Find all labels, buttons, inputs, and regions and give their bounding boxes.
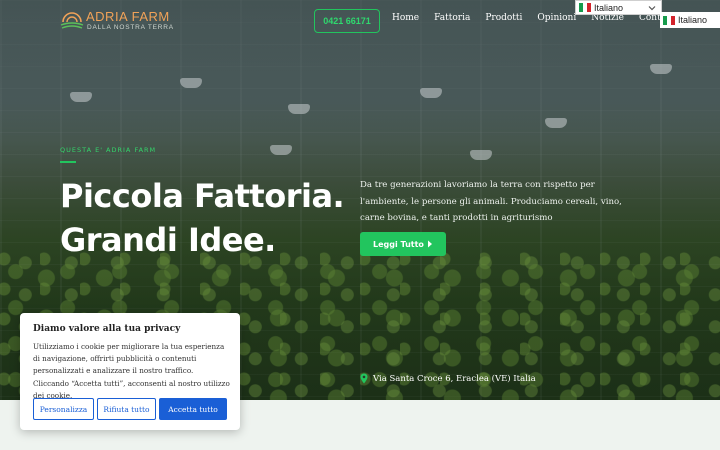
nav-item-opinioni[interactable]: Opinioni — [537, 13, 576, 29]
main-nav: Home Fattoria Prodotti Opinioni Notizie … — [392, 13, 676, 29]
italian-flag-icon — [663, 15, 675, 25]
nav-item-prodotti[interactable]: Prodotti — [485, 13, 522, 29]
greenhouse-lamp — [70, 92, 92, 102]
language-select-label: Italiano — [594, 2, 624, 13]
logo-subtitle: DALLA NOSTRA TERRA — [87, 24, 174, 31]
hero-description: Da tre generazioni lavoriamo la terra co… — [360, 180, 622, 223]
language-select[interactable]: Italiano — [575, 0, 662, 15]
headline-line-2: Grandi Idee. — [60, 221, 276, 259]
nav-item-home[interactable]: Home — [392, 13, 419, 29]
farm-address: Via Santa Croce 6, Eraclea (VE) Italia — [360, 373, 536, 384]
language-badge-label: Italiano — [678, 15, 708, 25]
greenhouse-lamp — [420, 88, 442, 98]
headline-line-1: Piccola Fattoria. — [60, 177, 345, 215]
customize-button[interactable]: Personalizza — [33, 398, 94, 420]
hero-eyebrow: QUESTA E' ADRIA FARM — [60, 146, 157, 154]
reject-all-button[interactable]: Rifiuta tutto — [97, 398, 156, 420]
sunrise-field-logo-icon — [60, 12, 84, 29]
chevron-down-icon — [648, 6, 656, 11]
greenhouse-lamp — [650, 64, 672, 74]
accept-all-button[interactable]: Accetta tutto — [159, 398, 227, 420]
hero-headline: Piccola Fattoria. Grandi Idee. — [60, 174, 345, 262]
nav-item-fattoria[interactable]: Fattoria — [434, 13, 470, 29]
read-more-button[interactable]: Leggi Tutto — [360, 232, 446, 256]
read-more-label: Leggi Tutto — [373, 239, 424, 249]
caret-right-icon — [428, 240, 432, 248]
nav-item-notizie[interactable]: Notizie — [591, 13, 624, 29]
greenhouse-lamp — [288, 104, 310, 114]
cookie-consent-banner: Diamo valore alla tua privacy Utilizziam… — [20, 313, 240, 430]
address-text: Via Santa Croce 6, Eraclea (VE) Italia — [373, 373, 536, 384]
logo-title: ADRIA FARM — [86, 9, 170, 24]
cookie-text: Utilizziamo i cookie per migliorare la t… — [33, 342, 230, 400]
greenhouse-lamp — [180, 78, 202, 88]
greenhouse-lamp — [470, 150, 492, 160]
cookie-title: Diamo valore alla tua privacy — [33, 324, 181, 334]
phone-button[interactable]: 0421 66171 — [314, 9, 380, 33]
site-logo[interactable]: ADRIA FARM DALLA NOSTRA TERRA — [60, 9, 173, 35]
greenhouse-lamp — [270, 145, 292, 155]
greenhouse-lamp — [545, 118, 567, 128]
map-pin-icon — [360, 373, 368, 384]
language-badge[interactable]: Italiano — [660, 12, 720, 28]
eyebrow-divider — [60, 161, 76, 163]
italian-flag-icon — [579, 3, 591, 12]
